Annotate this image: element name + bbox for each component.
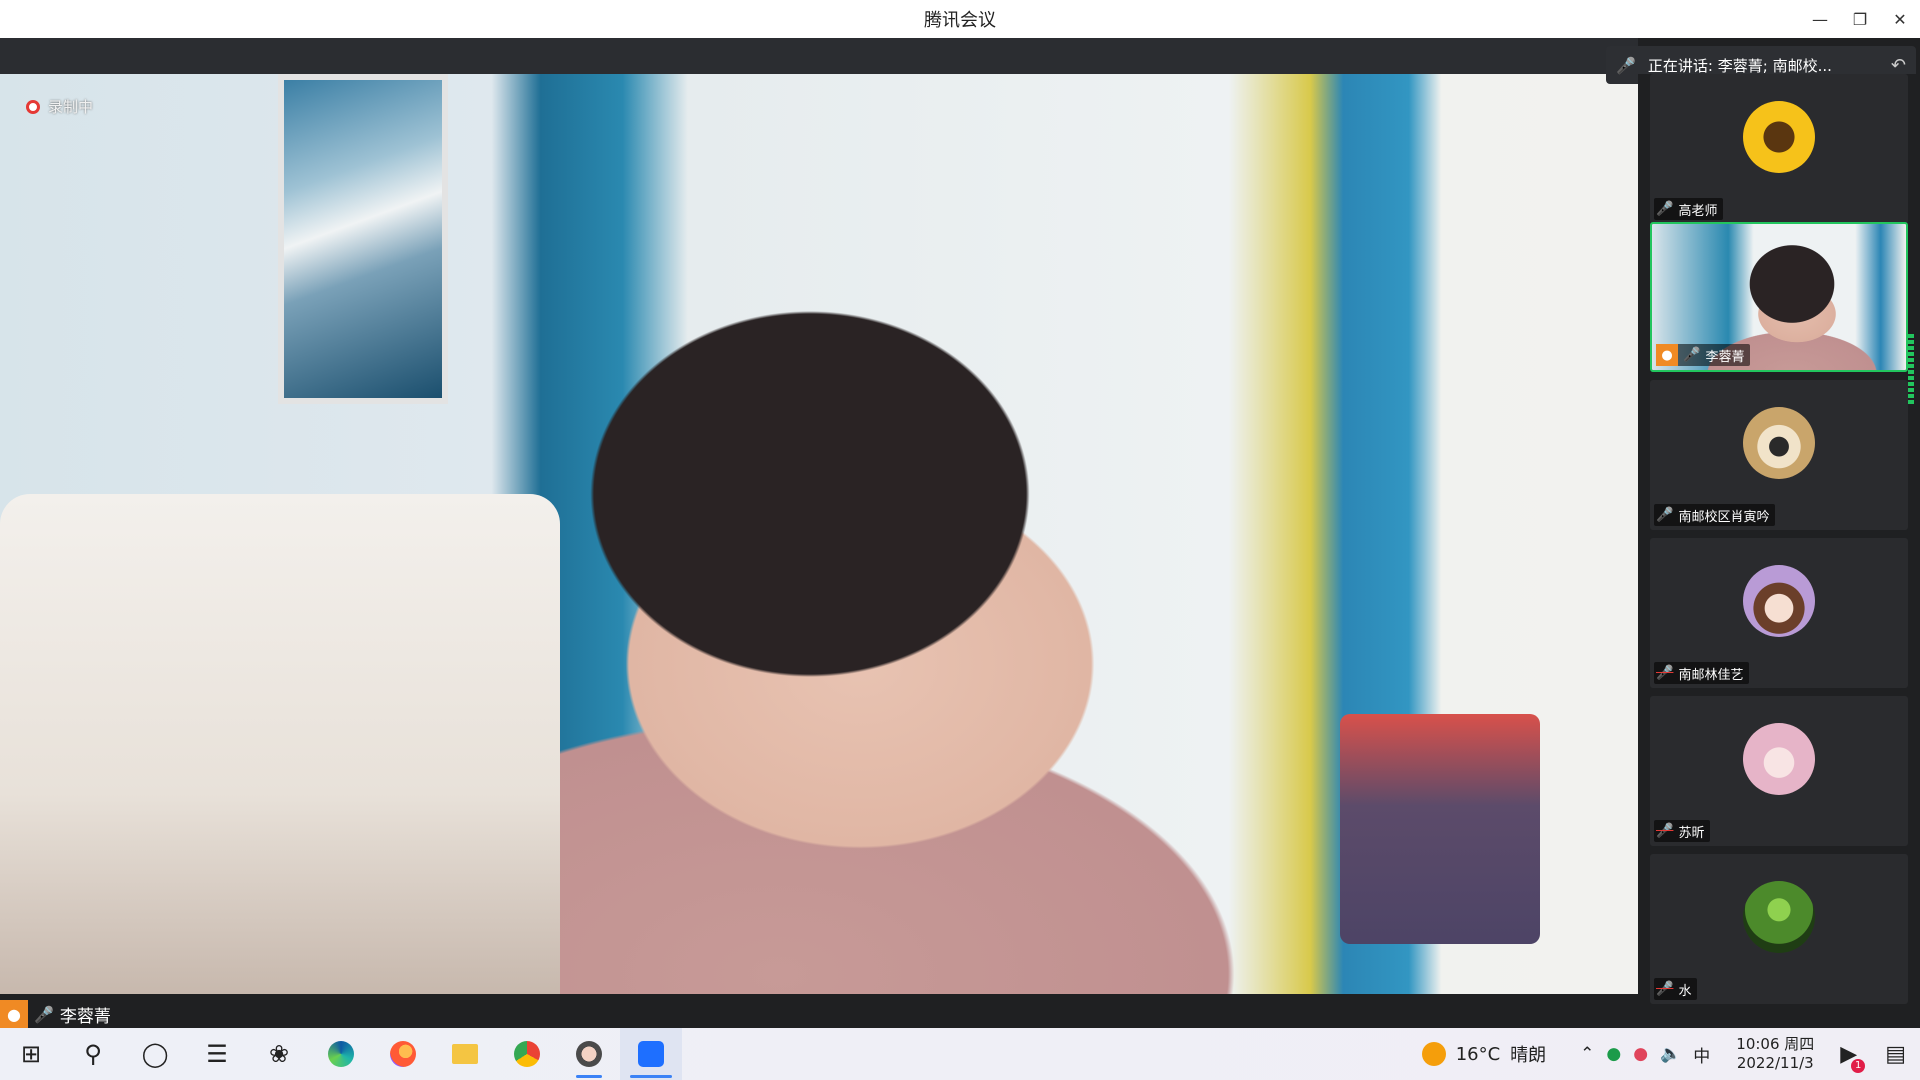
background-sofa <box>0 494 560 994</box>
clock-time: 10:06 周四 <box>1736 1035 1815 1053</box>
mic-muted-icon: 🎤 <box>1656 981 1674 997</box>
participant-tile[interactable]: 🎤 高老师 <box>1650 74 1908 224</box>
mic-icon: 🎤 <box>1616 55 1636 75</box>
sunflower-avatar <box>1743 101 1815 173</box>
qq-icon[interactable]: ● <box>1633 1044 1648 1064</box>
weather-widget[interactable]: 16°C 晴朗 <box>1421 1041 1547 1067</box>
tencent-meeting-icon[interactable] <box>620 1028 682 1080</box>
restore-button[interactable]: ❐ <box>1840 0 1880 38</box>
tray-icons: ⌃ ● ● 🔈 中 <box>1580 1042 1710 1067</box>
record-icon <box>26 99 40 114</box>
main-video-name-bar: ● 🎤 李蓉菁 <box>0 1000 111 1028</box>
windows-start-icon[interactable]: ⊞ <box>0 1028 62 1080</box>
participant-name: 苏昕 <box>1678 825 1705 841</box>
recording-indicator[interactable]: 录制中 <box>26 96 93 117</box>
main-video[interactable]: 录制中 <box>0 74 1638 994</box>
background-painting <box>278 74 448 404</box>
participant-label: 🎤 水 <box>1654 978 1698 1000</box>
volume-icon[interactable]: 🔈 <box>1660 1044 1681 1064</box>
participant-name: 李蓉菁 <box>1705 349 1745 365</box>
system-tray: 16°C 晴朗 ⌃ ● ● 🔈 中 10:06 周四 2022/11/3 ▶ 1 … <box>1421 1028 1920 1080</box>
search-icon[interactable]: ⚲ <box>62 1028 124 1080</box>
file-explorer-icon[interactable] <box>434 1028 496 1080</box>
participant-label: 🎤 南邮林佳艺 <box>1654 662 1750 684</box>
window-controls: — ❐ ✕ <box>1800 0 1920 38</box>
ime-indicator[interactable]: 中 <box>1693 1042 1710 1067</box>
mic-icon: 🎤 <box>1656 201 1674 217</box>
host-badge-icon: ● <box>0 1000 28 1028</box>
top-strip <box>0 38 1638 74</box>
chrome-icon[interactable] <box>496 1028 558 1080</box>
mic-icon: 🎤 <box>1656 507 1674 523</box>
collapse-arrow-icon[interactable]: ↶ <box>1891 55 1906 76</box>
chevron-up-icon[interactable]: ⌃ <box>1580 1044 1594 1064</box>
anime-avatar <box>1743 723 1815 795</box>
mic-active-icon: 🎤 <box>34 1004 54 1024</box>
taskbar-left: ⊞ ⚲ ◯ ☰ ❀ <box>0 1028 682 1080</box>
main-participant-name: 李蓉菁 <box>59 1006 111 1027</box>
app-icon[interactable]: ❀ <box>248 1028 310 1080</box>
taskbar: ⊞ ⚲ ◯ ☰ ❀ 16°C 晴朗 ⌃ ● ● 🔈 中 10:06 周四 202… <box>0 1028 1920 1080</box>
background-bin <box>1340 714 1540 944</box>
notification-center-icon[interactable]: ▤ <box>1885 1042 1906 1067</box>
meeting-area: 录制中 ● 🎤 李蓉菁 🎤 正在讲话: 李蓉菁; 南邮校... ↶ 🎤 高老师 … <box>0 38 1920 1028</box>
participant-name: 南邮校区肖寅吟 <box>1678 509 1770 525</box>
participant-tile[interactable]: 🎤 水 <box>1650 854 1908 1004</box>
app-avatar-icon[interactable] <box>558 1028 620 1080</box>
cortana-icon[interactable]: ◯ <box>124 1028 186 1080</box>
participant-label: 🎤 南邮校区肖寅吟 <box>1654 504 1776 526</box>
title-bar: 腾讯会议 — ❐ ✕ <box>0 0 1920 38</box>
recording-label: 录制中 <box>48 98 94 116</box>
minimize-button[interactable]: — <box>1800 0 1840 38</box>
task-view-icon[interactable]: ☰ <box>186 1028 248 1080</box>
close-button[interactable]: ✕ <box>1880 0 1920 38</box>
participant-label: 🎤 苏昕 <box>1654 820 1711 842</box>
weather-temp: 16°C <box>1455 1043 1501 1065</box>
participant-panel: 🎤 高老师 ● 🎤 李蓉菁 🎤 南邮校区肖寅吟 🎤 南邮林佳艺 🎤 苏昕 🎤 水 <box>1638 74 1920 1028</box>
mic-active-icon: 🎤 <box>1683 347 1701 363</box>
edge-browser-icon[interactable] <box>310 1028 372 1080</box>
participant-tile-active[interactable]: ● 🎤 李蓉菁 <box>1650 222 1908 372</box>
tree-avatar <box>1743 881 1815 953</box>
mic-muted-icon: 🎤 <box>1656 665 1674 681</box>
participant-name: 南邮林佳艺 <box>1678 667 1744 683</box>
anime-avatar <box>1743 565 1815 637</box>
weather-text: 晴朗 <box>1510 1045 1547 1066</box>
cartoon-avatar <box>1743 407 1815 479</box>
sun-icon <box>1421 1042 1446 1066</box>
participant-label: ● 🎤 李蓉菁 <box>1656 344 1751 366</box>
host-badge-icon: ● <box>1656 344 1678 366</box>
mic-muted-icon: 🎤 <box>1656 823 1674 839</box>
clock[interactable]: 10:06 周四 2022/11/3 <box>1736 1035 1814 1073</box>
speaking-text: 正在讲话: 李蓉菁; 南邮校... <box>1647 56 1832 75</box>
participant-tile[interactable]: 🎤 南邮校区肖寅吟 <box>1650 380 1908 530</box>
participant-name: 高老师 <box>1678 203 1718 219</box>
participant-label: 🎤 高老师 <box>1654 198 1724 220</box>
participant-tile[interactable]: 🎤 南邮林佳艺 <box>1650 538 1908 688</box>
clock-date: 2022/11/3 <box>1736 1054 1814 1072</box>
badge-count: 1 <box>1851 1058 1866 1073</box>
tray-app-icon[interactable]: ● <box>1606 1044 1621 1064</box>
recording-tray-icon[interactable]: ▶ 1 <box>1840 1042 1866 1073</box>
window-title: 腾讯会议 <box>924 10 996 31</box>
participant-tile[interactable]: 🎤 苏昕 <box>1650 696 1908 846</box>
participant-name: 水 <box>1678 983 1692 999</box>
firefox-icon[interactable] <box>372 1028 434 1080</box>
audio-level-indicator <box>1908 334 1914 404</box>
